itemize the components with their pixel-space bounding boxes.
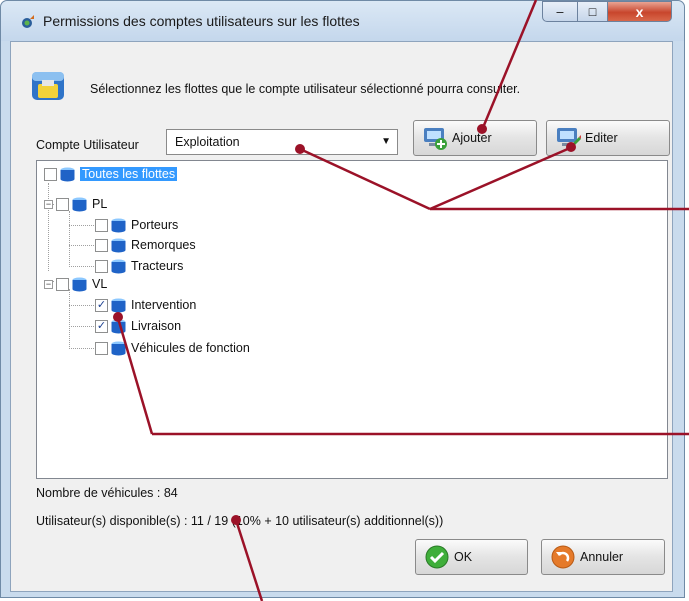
tree-connector: [69, 326, 94, 327]
tree-label-tracteurs: Tracteurs: [131, 259, 184, 273]
database-icon: [60, 167, 75, 181]
ok-button-label: OK: [454, 550, 473, 564]
cancel-button-label: Annuler: [580, 550, 624, 564]
app-icon: [22, 15, 34, 28]
tree-node-livraison[interactable]: ✓ Livraison: [95, 317, 181, 335]
maximize-button[interactable]: □: [578, 1, 608, 22]
add-button-label: Ajouter: [452, 131, 492, 145]
database-icon: [111, 218, 126, 232]
account-label: Compte Utilisateur: [36, 138, 139, 152]
tree-label-intervention: Intervention: [131, 298, 197, 312]
vl-checkbox[interactable]: [56, 277, 69, 291]
livraison-checkbox[interactable]: ✓: [95, 319, 108, 333]
collapse-icon[interactable]: −: [44, 279, 53, 289]
title-bar[interactable]: Permissions des comptes utilisateurs sur…: [1, 1, 684, 41]
vehicle-count-text: Nombre de véhicules : 84: [36, 486, 178, 500]
dropdown-arrow-icon: ▼: [381, 136, 391, 147]
checkmark-icon: [425, 545, 449, 569]
tree-node-tracteurs[interactable]: Tracteurs: [95, 257, 183, 275]
instruction-text: Sélectionnez les flottes que le compte u…: [90, 82, 521, 96]
porteurs-checkbox[interactable]: [95, 218, 108, 232]
tree-node-remorques[interactable]: Remorques: [95, 236, 196, 254]
add-user-icon: [424, 128, 447, 150]
collapse-icon[interactable]: −: [44, 199, 53, 209]
pl-checkbox[interactable]: [56, 197, 69, 211]
tree-label-remorques: Remorques: [131, 238, 196, 252]
database-icon: [111, 341, 126, 355]
tree-connector: [69, 225, 94, 226]
intervention-checkbox[interactable]: ✓: [95, 298, 108, 312]
tree-label-porteurs: Porteurs: [131, 218, 179, 232]
tree-label-vl: VL: [92, 277, 108, 291]
account-select-value: Exploitation: [175, 135, 240, 149]
close-button[interactable]: x: [608, 1, 672, 22]
edit-user-icon: [557, 128, 581, 151]
root-checkbox[interactable]: [44, 167, 57, 181]
users-available-text: Utilisateur(s) disponible(s) : 11 / 19 (…: [36, 514, 444, 528]
close-icon: x: [635, 3, 644, 20]
tree-node-root[interactable]: Toutes les flottes: [44, 165, 178, 183]
maximize-icon: □: [588, 4, 597, 19]
minimize-button[interactable]: –: [542, 1, 578, 22]
tree-label-livraison: Livraison: [131, 319, 182, 333]
tree-connector: [69, 289, 70, 349]
tree-node-intervention[interactable]: ✓ Intervention: [95, 296, 196, 314]
tree-connector: [69, 245, 94, 246]
fleet-database-icon: [32, 72, 64, 100]
database-icon: [72, 197, 87, 211]
tree-connector: [69, 211, 70, 267]
cancel-button[interactable]: Annuler: [541, 539, 665, 575]
database-icon: [111, 319, 126, 333]
database-icon: [111, 259, 126, 273]
database-icon: [111, 238, 126, 252]
edit-button[interactable]: Editer: [546, 120, 670, 156]
tree-label-pl: PL: [92, 197, 108, 211]
window-title: Permissions des comptes utilisateurs sur…: [43, 13, 360, 29]
ok-button[interactable]: OK: [415, 539, 528, 575]
add-button[interactable]: Ajouter: [413, 120, 537, 156]
edit-button-label: Editer: [585, 131, 618, 145]
vehicules-fonction-checkbox[interactable]: [95, 341, 108, 355]
tree-label-vehicules-fonction: Véhicules de fonction: [131, 341, 250, 355]
minimize-icon: –: [556, 4, 564, 19]
undo-icon: [551, 545, 575, 569]
tree-node-porteurs[interactable]: Porteurs: [95, 216, 178, 234]
tree-connector: [69, 266, 94, 267]
database-icon: [111, 298, 126, 312]
tree-node-pl[interactable]: − PL: [44, 195, 107, 213]
remorques-checkbox[interactable]: [95, 238, 108, 252]
tree-node-vl[interactable]: − VL: [44, 275, 107, 293]
fleet-tree[interactable]: Toutes les flottes − PL Porteurs Remorqu…: [36, 160, 668, 479]
database-icon: [72, 277, 87, 291]
tree-connector: [69, 305, 94, 306]
tree-node-vehicules-fonction[interactable]: Véhicules de fonction: [95, 339, 250, 357]
tree-connector: [69, 348, 94, 349]
account-select[interactable]: Exploitation ▼: [166, 129, 398, 155]
tracteurs-checkbox[interactable]: [95, 259, 108, 273]
tree-label-root: Toutes les flottes: [80, 167, 178, 181]
